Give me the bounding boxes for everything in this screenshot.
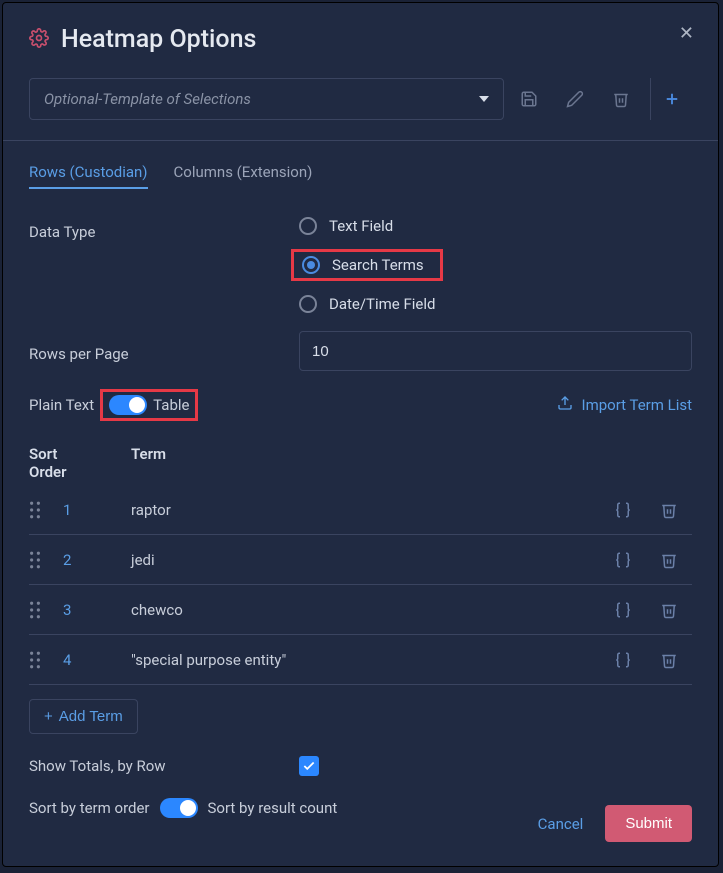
radio-text-field[interactable]: Text Field bbox=[299, 217, 435, 235]
drag-handle-icon[interactable] bbox=[29, 501, 63, 519]
submit-button[interactable]: Submit bbox=[605, 805, 692, 842]
term-row: 2jedi bbox=[29, 535, 692, 585]
delete-template-button[interactable] bbox=[600, 78, 642, 120]
highlight-search-terms: Search Terms bbox=[291, 249, 443, 281]
term-braces-button[interactable] bbox=[600, 501, 646, 519]
tabs: Rows (Custodian) Columns (Extension) bbox=[29, 157, 692, 189]
mode-toggle-switch[interactable] bbox=[109, 395, 147, 415]
heatmap-options-dialog: Heatmap Options ✕ Optional-Template of S… bbox=[2, 2, 719, 867]
term-text: raptor bbox=[131, 501, 600, 519]
term-order: 3 bbox=[63, 601, 131, 619]
template-select[interactable]: Optional-Template of Selections bbox=[29, 78, 504, 120]
template-placeholder: Optional-Template of Selections bbox=[44, 90, 251, 108]
drag-handle-icon[interactable] bbox=[29, 601, 63, 619]
save-template-button[interactable] bbox=[508, 78, 550, 120]
mode-toggle-row: Plain Text Table Import Term List bbox=[29, 389, 692, 421]
rows-per-page-label: Rows per Page bbox=[29, 339, 299, 363]
term-row: 1raptor bbox=[29, 485, 692, 535]
import-term-list-link[interactable]: Import Term List bbox=[557, 395, 692, 415]
term-table-header: Sort Order Term bbox=[29, 445, 692, 481]
dialog-title: Heatmap Options bbox=[61, 25, 256, 54]
gear-icon bbox=[29, 28, 49, 52]
add-term-button[interactable]: + Add Term bbox=[29, 699, 138, 734]
template-row: Optional-Template of Selections bbox=[29, 78, 692, 120]
term-delete-button[interactable] bbox=[646, 601, 692, 619]
term-text: "special purpose entity" bbox=[131, 651, 600, 669]
edit-template-button[interactable] bbox=[554, 78, 596, 120]
tab-rows[interactable]: Rows (Custodian) bbox=[29, 157, 148, 189]
term-order: 4 bbox=[63, 651, 131, 669]
drag-handle-icon[interactable] bbox=[29, 551, 63, 569]
add-template-button[interactable] bbox=[650, 78, 692, 120]
term-delete-button[interactable] bbox=[646, 551, 692, 569]
term-delete-button[interactable] bbox=[646, 501, 692, 519]
toggle-label-plaintext: Plain Text bbox=[29, 396, 94, 414]
term-text: chewco bbox=[131, 601, 600, 619]
data-type-row: Data Type Text Field Search Terms Date/T… bbox=[29, 217, 692, 313]
sort-toggle-switch[interactable] bbox=[160, 798, 198, 818]
dialog-footer: Cancel Submit bbox=[538, 805, 692, 842]
show-totals-row: Show Totals, by Row bbox=[29, 756, 692, 776]
toggle-label-table: Table bbox=[153, 396, 189, 414]
radio-datetime-field[interactable]: Date/Time Field bbox=[299, 295, 435, 313]
term-order: 2 bbox=[63, 551, 131, 569]
show-totals-label: Show Totals, by Row bbox=[29, 757, 299, 775]
dialog-header: Heatmap Options bbox=[29, 25, 692, 54]
term-text: jedi bbox=[131, 551, 600, 569]
term-braces-button[interactable] bbox=[600, 651, 646, 669]
highlight-table-toggle: Table bbox=[100, 389, 198, 421]
data-type-label: Data Type bbox=[29, 217, 299, 241]
term-braces-button[interactable] bbox=[600, 601, 646, 619]
term-row: 4"special purpose entity" bbox=[29, 635, 692, 685]
sort-label-result-count: Sort by result count bbox=[208, 799, 338, 817]
show-totals-checkbox[interactable] bbox=[299, 756, 319, 776]
cancel-button[interactable]: Cancel bbox=[538, 815, 584, 833]
sort-label-term-order: Sort by term order bbox=[29, 799, 150, 817]
radio-label: Text Field bbox=[329, 217, 393, 235]
radio-label: Date/Time Field bbox=[329, 295, 435, 313]
close-button[interactable]: ✕ bbox=[679, 23, 694, 44]
term-table-body: 1raptor2jedi3chewco4"special purpose ent… bbox=[29, 485, 692, 685]
chevron-down-icon bbox=[479, 96, 489, 102]
drag-handle-icon[interactable] bbox=[29, 651, 63, 669]
radio-label: Search Terms bbox=[332, 256, 424, 274]
divider bbox=[3, 140, 718, 141]
th-term: Term bbox=[131, 445, 692, 481]
tab-columns[interactable]: Columns (Extension) bbox=[174, 157, 313, 189]
radio-search-terms[interactable]: Search Terms bbox=[302, 256, 432, 274]
rows-per-page-input[interactable] bbox=[299, 331, 692, 371]
th-sort-order: Sort Order bbox=[29, 445, 97, 481]
rows-per-page-row: Rows per Page bbox=[29, 331, 692, 371]
term-delete-button[interactable] bbox=[646, 651, 692, 669]
term-order: 1 bbox=[63, 501, 131, 519]
plus-icon: + bbox=[44, 708, 53, 725]
term-row: 3chewco bbox=[29, 585, 692, 635]
term-braces-button[interactable] bbox=[600, 551, 646, 569]
data-type-radio-group: Text Field Search Terms Date/Time Field bbox=[299, 217, 435, 313]
upload-icon bbox=[557, 395, 573, 415]
